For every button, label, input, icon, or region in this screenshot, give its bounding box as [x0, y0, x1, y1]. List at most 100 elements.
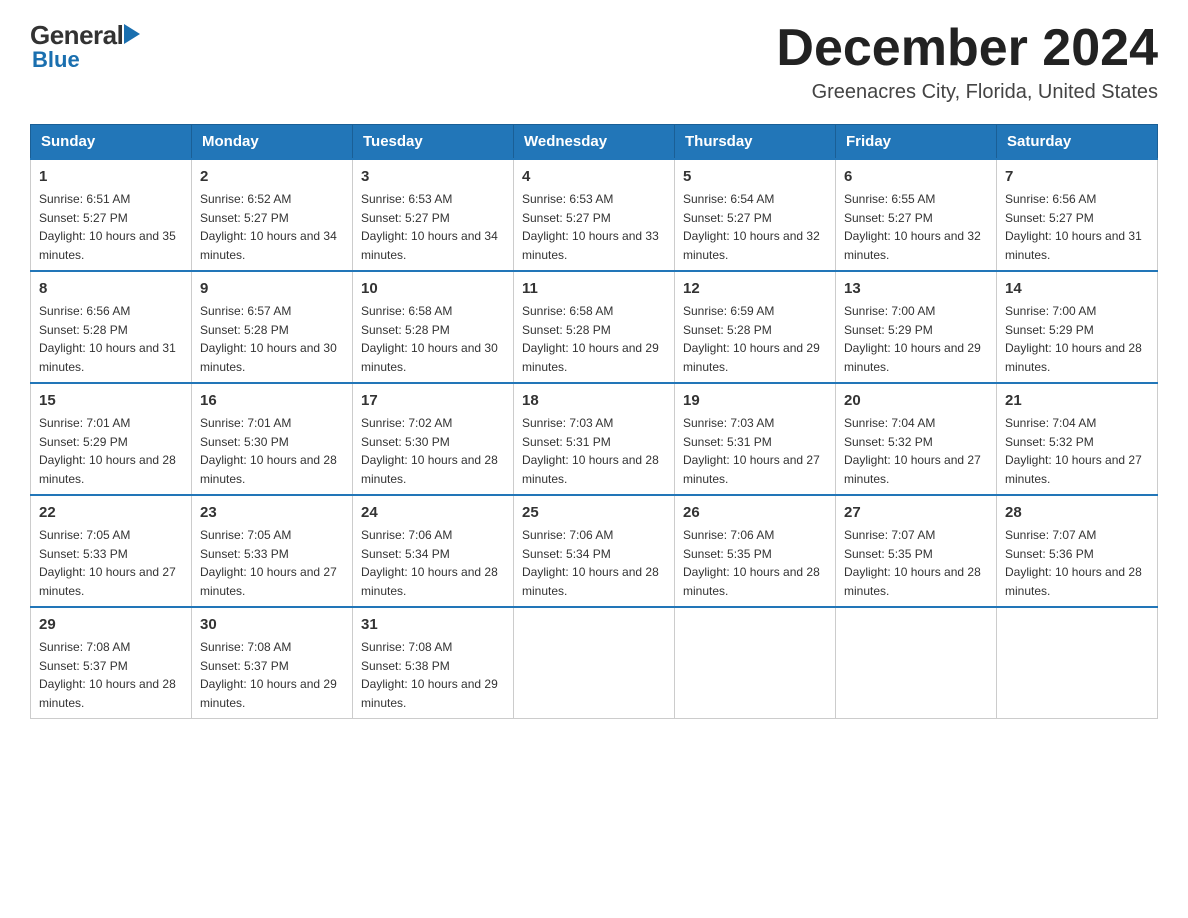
table-row: 4 Sunrise: 6:53 AMSunset: 5:27 PMDayligh… [514, 159, 675, 271]
day-info: Sunrise: 6:53 AMSunset: 5:27 PMDaylight:… [361, 192, 498, 262]
page-header: General Blue December 2024 Greenacres Ci… [30, 20, 1158, 104]
day-number: 21 [1005, 390, 1149, 411]
calendar-table: Sunday Monday Tuesday Wednesday Thursday… [30, 124, 1158, 719]
header-friday: Friday [836, 125, 997, 160]
calendar-week-row: 15 Sunrise: 7:01 AMSunset: 5:29 PMDaylig… [31, 383, 1158, 495]
table-row: 18 Sunrise: 7:03 AMSunset: 5:31 PMDaylig… [514, 383, 675, 495]
day-info: Sunrise: 6:57 AMSunset: 5:28 PMDaylight:… [200, 304, 337, 374]
table-row: 27 Sunrise: 7:07 AMSunset: 5:35 PMDaylig… [836, 495, 997, 607]
day-info: Sunrise: 7:08 AMSunset: 5:37 PMDaylight:… [200, 640, 337, 710]
table-row: 7 Sunrise: 6:56 AMSunset: 5:27 PMDayligh… [997, 159, 1158, 271]
day-info: Sunrise: 7:00 AMSunset: 5:29 PMDaylight:… [1005, 304, 1142, 374]
day-info: Sunrise: 6:52 AMSunset: 5:27 PMDaylight:… [200, 192, 337, 262]
day-info: Sunrise: 7:01 AMSunset: 5:30 PMDaylight:… [200, 416, 337, 486]
day-info: Sunrise: 7:05 AMSunset: 5:33 PMDaylight:… [39, 528, 176, 598]
day-info: Sunrise: 7:07 AMSunset: 5:36 PMDaylight:… [1005, 528, 1142, 598]
day-info: Sunrise: 7:01 AMSunset: 5:29 PMDaylight:… [39, 416, 176, 486]
table-row: 24 Sunrise: 7:06 AMSunset: 5:34 PMDaylig… [353, 495, 514, 607]
table-row: 3 Sunrise: 6:53 AMSunset: 5:27 PMDayligh… [353, 159, 514, 271]
day-number: 20 [844, 390, 988, 411]
table-row: 10 Sunrise: 6:58 AMSunset: 5:28 PMDaylig… [353, 271, 514, 383]
calendar-week-row: 29 Sunrise: 7:08 AMSunset: 5:37 PMDaylig… [31, 607, 1158, 719]
day-info: Sunrise: 7:08 AMSunset: 5:38 PMDaylight:… [361, 640, 498, 710]
header-tuesday: Tuesday [353, 125, 514, 160]
day-number: 24 [361, 502, 505, 523]
day-info: Sunrise: 7:07 AMSunset: 5:35 PMDaylight:… [844, 528, 981, 598]
table-row: 14 Sunrise: 7:00 AMSunset: 5:29 PMDaylig… [997, 271, 1158, 383]
header-thursday: Thursday [675, 125, 836, 160]
day-info: Sunrise: 6:58 AMSunset: 5:28 PMDaylight:… [522, 304, 659, 374]
day-number: 11 [522, 278, 666, 299]
table-row: 12 Sunrise: 6:59 AMSunset: 5:28 PMDaylig… [675, 271, 836, 383]
table-row: 9 Sunrise: 6:57 AMSunset: 5:28 PMDayligh… [192, 271, 353, 383]
table-row: 15 Sunrise: 7:01 AMSunset: 5:29 PMDaylig… [31, 383, 192, 495]
location-text: Greenacres City, Florida, United States [776, 81, 1158, 104]
table-row [836, 607, 997, 719]
table-row: 30 Sunrise: 7:08 AMSunset: 5:37 PMDaylig… [192, 607, 353, 719]
day-info: Sunrise: 7:04 AMSunset: 5:32 PMDaylight:… [1005, 416, 1142, 486]
day-number: 16 [200, 390, 344, 411]
table-row: 17 Sunrise: 7:02 AMSunset: 5:30 PMDaylig… [353, 383, 514, 495]
day-number: 18 [522, 390, 666, 411]
logo: General Blue [30, 20, 141, 73]
day-number: 13 [844, 278, 988, 299]
day-number: 29 [39, 614, 183, 635]
day-info: Sunrise: 7:06 AMSunset: 5:34 PMDaylight:… [361, 528, 498, 598]
day-number: 10 [361, 278, 505, 299]
day-info: Sunrise: 6:56 AMSunset: 5:28 PMDaylight:… [39, 304, 176, 374]
day-number: 7 [1005, 166, 1149, 187]
day-number: 22 [39, 502, 183, 523]
day-number: 30 [200, 614, 344, 635]
calendar-week-row: 8 Sunrise: 6:56 AMSunset: 5:28 PMDayligh… [31, 271, 1158, 383]
table-row: 2 Sunrise: 6:52 AMSunset: 5:27 PMDayligh… [192, 159, 353, 271]
table-row: 31 Sunrise: 7:08 AMSunset: 5:38 PMDaylig… [353, 607, 514, 719]
table-row: 29 Sunrise: 7:08 AMSunset: 5:37 PMDaylig… [31, 607, 192, 719]
day-info: Sunrise: 7:04 AMSunset: 5:32 PMDaylight:… [844, 416, 981, 486]
table-row: 28 Sunrise: 7:07 AMSunset: 5:36 PMDaylig… [997, 495, 1158, 607]
title-area: December 2024 Greenacres City, Florida, … [776, 20, 1158, 104]
day-number: 31 [361, 614, 505, 635]
table-row: 22 Sunrise: 7:05 AMSunset: 5:33 PMDaylig… [31, 495, 192, 607]
day-info: Sunrise: 6:55 AMSunset: 5:27 PMDaylight:… [844, 192, 981, 262]
day-number: 12 [683, 278, 827, 299]
day-info: Sunrise: 7:06 AMSunset: 5:34 PMDaylight:… [522, 528, 659, 598]
day-info: Sunrise: 6:54 AMSunset: 5:27 PMDaylight:… [683, 192, 820, 262]
day-info: Sunrise: 7:05 AMSunset: 5:33 PMDaylight:… [200, 528, 337, 598]
calendar-week-row: 22 Sunrise: 7:05 AMSunset: 5:33 PMDaylig… [31, 495, 1158, 607]
day-info: Sunrise: 6:53 AMSunset: 5:27 PMDaylight:… [522, 192, 659, 262]
table-row: 11 Sunrise: 6:58 AMSunset: 5:28 PMDaylig… [514, 271, 675, 383]
day-number: 2 [200, 166, 344, 187]
header-saturday: Saturday [997, 125, 1158, 160]
day-info: Sunrise: 7:06 AMSunset: 5:35 PMDaylight:… [683, 528, 820, 598]
day-info: Sunrise: 7:08 AMSunset: 5:37 PMDaylight:… [39, 640, 176, 710]
day-info: Sunrise: 7:03 AMSunset: 5:31 PMDaylight:… [683, 416, 820, 486]
day-number: 9 [200, 278, 344, 299]
day-number: 1 [39, 166, 183, 187]
day-number: 8 [39, 278, 183, 299]
header-sunday: Sunday [31, 125, 192, 160]
day-number: 3 [361, 166, 505, 187]
table-row: 1 Sunrise: 6:51 AMSunset: 5:27 PMDayligh… [31, 159, 192, 271]
calendar-header-row: Sunday Monday Tuesday Wednesday Thursday… [31, 125, 1158, 160]
day-number: 23 [200, 502, 344, 523]
day-number: 27 [844, 502, 988, 523]
day-info: Sunrise: 6:51 AMSunset: 5:27 PMDaylight:… [39, 192, 176, 262]
day-number: 14 [1005, 278, 1149, 299]
table-row: 5 Sunrise: 6:54 AMSunset: 5:27 PMDayligh… [675, 159, 836, 271]
table-row: 26 Sunrise: 7:06 AMSunset: 5:35 PMDaylig… [675, 495, 836, 607]
header-wednesday: Wednesday [514, 125, 675, 160]
day-info: Sunrise: 7:03 AMSunset: 5:31 PMDaylight:… [522, 416, 659, 486]
day-info: Sunrise: 6:58 AMSunset: 5:28 PMDaylight:… [361, 304, 498, 374]
table-row: 19 Sunrise: 7:03 AMSunset: 5:31 PMDaylig… [675, 383, 836, 495]
day-number: 28 [1005, 502, 1149, 523]
day-info: Sunrise: 6:59 AMSunset: 5:28 PMDaylight:… [683, 304, 820, 374]
table-row: 13 Sunrise: 7:00 AMSunset: 5:29 PMDaylig… [836, 271, 997, 383]
logo-blue-text: Blue [32, 47, 80, 73]
table-row [514, 607, 675, 719]
day-number: 25 [522, 502, 666, 523]
day-number: 15 [39, 390, 183, 411]
day-number: 17 [361, 390, 505, 411]
table-row: 16 Sunrise: 7:01 AMSunset: 5:30 PMDaylig… [192, 383, 353, 495]
table-row: 21 Sunrise: 7:04 AMSunset: 5:32 PMDaylig… [997, 383, 1158, 495]
table-row [675, 607, 836, 719]
